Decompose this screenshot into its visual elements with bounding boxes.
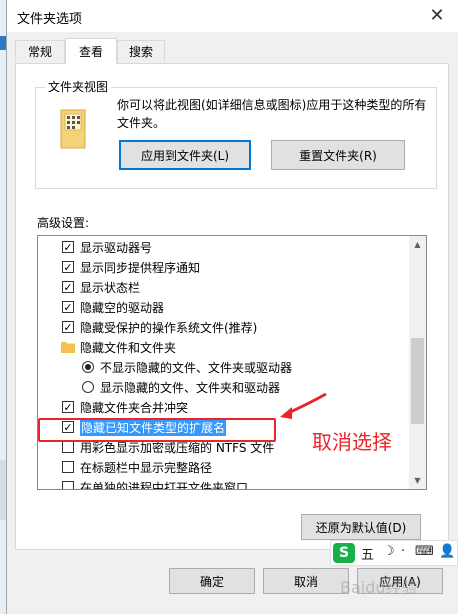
ok-button[interactable]: 确定 <box>169 568 255 594</box>
checkbox[interactable]: ✓ <box>62 241 74 253</box>
checkbox[interactable]: ✓ <box>62 301 74 313</box>
folder-icon <box>61 342 75 353</box>
user-icon[interactable]: 👤 <box>439 544 455 559</box>
list-item-label: 隐藏空的驱动器 <box>80 300 165 315</box>
list-item[interactable]: ✓ 隐藏文件夹合并冲突 <box>38 397 410 417</box>
list-item: 隐藏文件和文件夹 <box>38 337 410 357</box>
list-item-label: 在标题栏中显示完整路径 <box>80 460 213 475</box>
list-item-label: 显示同步提供程序通知 <box>80 260 201 275</box>
folder-view-group-title: 文件夹视图 <box>45 78 112 95</box>
title-bar: 文件夹选项 ✕ <box>7 0 458 32</box>
tab-general[interactable]: 常规 <box>15 40 65 62</box>
vertical-scrollbar[interactable]: ▲ ▼ <box>409 236 426 489</box>
checkbox[interactable] <box>62 461 74 473</box>
list-item-label: 隐藏文件夹合并冲突 <box>80 400 189 415</box>
scroll-down-icon[interactable]: ▼ <box>409 472 426 489</box>
reset-folders-button[interactable]: 重置文件夹(R) <box>271 140 405 170</box>
window-title: 文件夹选项 <box>17 12 83 27</box>
list-item[interactable]: ✓ 显示状态栏 <box>38 277 410 297</box>
scroll-thumb[interactable] <box>411 338 424 424</box>
list-item[interactable]: 显示隐藏的文件、文件夹和驱动器 <box>38 377 410 397</box>
ime-logo-icon[interactable]: S <box>333 543 355 563</box>
list-item-label: 显示隐藏的文件、文件夹和驱动器 <box>100 380 281 395</box>
checkbox[interactable] <box>62 441 74 453</box>
radio-button[interactable] <box>82 381 94 393</box>
close-icon[interactable]: ✕ <box>423 3 451 27</box>
advanced-settings-label: 高级设置: <box>37 216 90 230</box>
list-item-label: 隐藏文件和文件夹 <box>80 340 177 355</box>
list-item[interactable]: ✓ 隐藏受保护的操作系统文件(推荐) <box>38 317 410 337</box>
list-item[interactable]: ✓ 显示同步提供程序通知 <box>38 257 410 277</box>
folder-view-icon <box>57 108 93 152</box>
cancel-button[interactable]: 取消 <box>263 568 349 594</box>
ime-toolbar: S 五 ☽ · ⌨ 👤 <box>330 540 458 566</box>
scroll-up-icon[interactable]: ▲ <box>409 236 426 253</box>
list-item-label: 显示状态栏 <box>80 280 141 295</box>
checkbox[interactable]: ✓ <box>62 321 74 333</box>
tab-search[interactable]: 搜索 <box>117 40 165 62</box>
list-item-label: 显示驱动器号 <box>80 240 153 255</box>
keyboard-icon[interactable]: ⌨ <box>415 544 434 559</box>
checkbox[interactable]: ✓ <box>62 281 74 293</box>
checkbox[interactable]: ✓ <box>62 261 74 273</box>
checkbox[interactable] <box>62 481 74 489</box>
list-item[interactable]: 在单独的进程中打开文件夹窗口 <box>38 477 410 490</box>
list-item[interactable]: 不显示隐藏的文件、文件夹或驱动器 <box>38 357 410 377</box>
tab-view[interactable]: 查看 <box>65 38 117 64</box>
list-item-label: 不显示隐藏的文件、文件夹或驱动器 <box>100 360 293 375</box>
folder-view-description: 你可以将此视图(如详细信息或图标)应用于这种类型的所有文件夹。 <box>117 98 427 130</box>
radio-button[interactable] <box>82 361 94 373</box>
punctuation-icon[interactable]: · <box>401 544 405 559</box>
moon-icon[interactable]: ☽ <box>383 544 395 559</box>
restore-defaults-button[interactable]: 还原为默认值(D) <box>301 514 421 540</box>
list-item-label: 隐藏受保护的操作系统文件(推荐) <box>80 320 258 335</box>
checkbox[interactable]: ✓ <box>62 401 74 413</box>
annotation-arrow-icon <box>280 392 327 419</box>
list-item-label: 在单独的进程中打开文件夹窗口 <box>80 480 249 490</box>
annotation-text: 取消选择 <box>312 430 392 454</box>
watermark: Baidu经验 <box>340 578 418 597</box>
folder-options-dialog: 文件夹选项 ✕ 常规 查看 搜索 文件夹视图 你可以将此视图(如详细信息或图标)… <box>6 0 458 614</box>
apply-to-folders-button[interactable]: 应用到文件夹(L) <box>119 140 251 170</box>
list-item[interactable]: ✓ 隐藏空的驱动器 <box>38 297 410 317</box>
list-item[interactable]: 在标题栏中显示完整路径 <box>38 457 410 477</box>
list-item[interactable]: ✓ 显示驱动器号 <box>38 237 410 257</box>
ime-mode[interactable]: 五 <box>361 544 374 563</box>
highlight-box <box>38 418 276 442</box>
